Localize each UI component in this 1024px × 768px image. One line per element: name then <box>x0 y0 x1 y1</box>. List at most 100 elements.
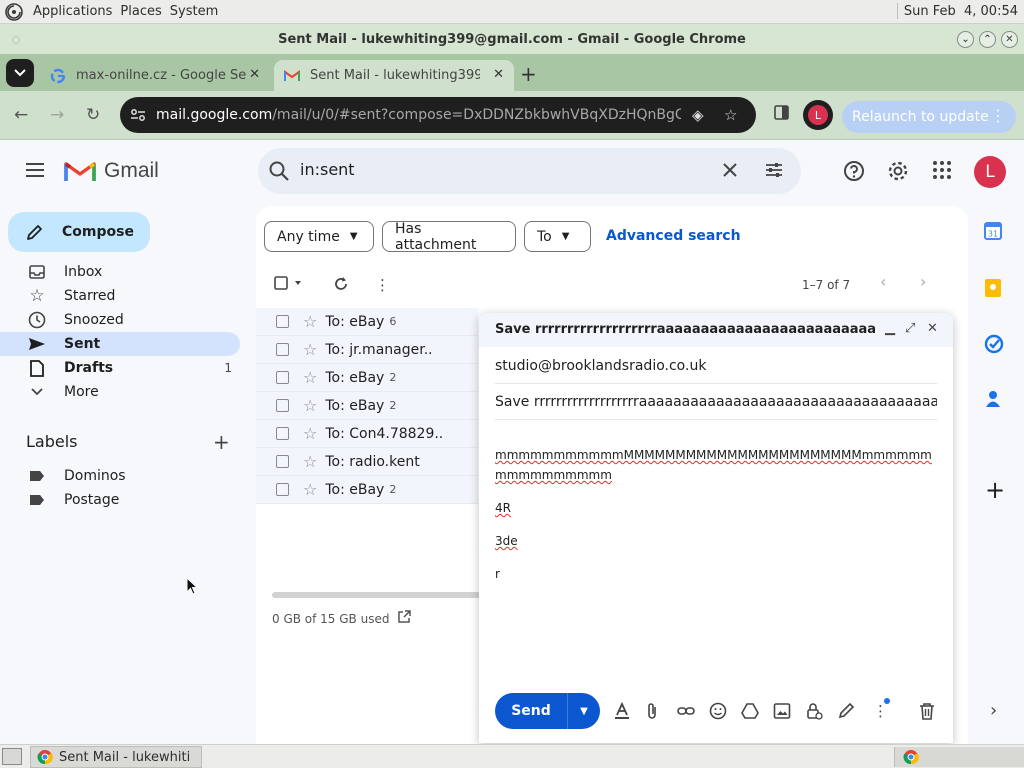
more-options-icon[interactable]: ⋮ <box>873 702 888 720</box>
horizontal-scrollbar[interactable] <box>272 592 482 598</box>
star-icon[interactable]: ☆ <box>303 340 317 359</box>
nav-item-inbox[interactable]: Inbox <box>0 260 240 284</box>
nav-item-drafts[interactable]: Drafts 1 <box>0 356 240 380</box>
clock[interactable]: Sun Feb 4, 00:54 <box>904 4 1018 19</box>
table-row[interactable]: ☆ To: Con4.78829.. <box>256 420 478 448</box>
distro-logo-icon[interactable] <box>3 1 25 23</box>
help-icon[interactable] <box>843 160 865 186</box>
site-info-icon[interactable] <box>120 108 156 122</box>
calendar-icon[interactable]: 31 <box>984 222 1002 244</box>
filter-has-attachment[interactable]: Has attachment <box>382 221 516 253</box>
row-checkbox[interactable] <box>276 483 289 496</box>
row-checkbox[interactable] <box>276 399 289 412</box>
contacts-icon[interactable] <box>984 390 1002 412</box>
minimize-icon[interactable]: ▁ <box>885 321 895 336</box>
show-desktop-icon[interactable] <box>2 748 22 765</box>
schedule-send-icon[interactable]: ▼ <box>568 706 600 717</box>
lens-icon[interactable]: ◈ <box>692 106 704 124</box>
external-link-icon[interactable] <box>397 610 412 627</box>
table-row[interactable]: ☆ To: eBay 6 <box>256 308 478 336</box>
forward-icon[interactable]: → <box>50 105 64 125</box>
keep-icon[interactable] <box>984 278 1002 302</box>
compose-header[interactable]: Save rrrrrrrrrrrrrrrrrrraaaaaaaaaaaaaaaa… <box>479 313 953 347</box>
discard-draft-icon[interactable] <box>919 702 935 724</box>
show-side-panel-icon[interactable]: › <box>990 700 997 721</box>
create-label-button[interactable]: + <box>213 430 230 454</box>
nav-item-starred[interactable]: ☆ Starred <box>0 284 240 308</box>
tab-google-search[interactable]: max-onilne.cz - Google Sea ✕ <box>40 60 270 91</box>
tasks-icon[interactable] <box>984 334 1004 358</box>
advanced-search-link[interactable]: Advanced search <box>606 228 741 244</box>
star-icon[interactable]: ☆ <box>303 424 317 443</box>
applications-menu[interactable]: Applications <box>33 4 112 19</box>
nav-item-more[interactable]: More <box>0 380 240 404</box>
back-icon[interactable]: ← <box>14 105 28 125</box>
system-menu[interactable]: System <box>170 4 218 19</box>
close-tab-icon[interactable]: ✕ <box>493 67 504 82</box>
signature-icon[interactable] <box>837 702 855 724</box>
gmail-logo[interactable]: Gmail <box>64 159 159 183</box>
message-body[interactable]: mmmmmmmmmmmMMMMMMMMMMMMMMMMMMMMMMMmmmmmm… <box>495 445 937 597</box>
new-tab-button[interactable]: + <box>520 62 537 86</box>
maximize-window-button[interactable]: ⌃ <box>979 31 996 48</box>
attach-file-icon[interactable] <box>645 702 659 724</box>
close-window-button[interactable]: ✕ <box>1001 31 1018 48</box>
formatting-options-icon[interactable] <box>613 701 631 724</box>
chrome-tray-icon[interactable] <box>903 749 919 765</box>
row-checkbox[interactable] <box>276 343 289 356</box>
star-icon[interactable]: ☆ <box>303 396 317 415</box>
table-row[interactable]: ☆ To: eBay 2 <box>256 364 478 392</box>
compose-button[interactable]: Compose <box>8 212 150 252</box>
subject-field[interactable]: Save rrrrrrrrrrrrrrrrrrraaaaaaaaaaaaaaaa… <box>495 387 937 420</box>
search-icon[interactable] <box>268 160 290 186</box>
table-row[interactable]: ☆ To: jr.manager.. <box>256 336 478 364</box>
insert-drive-icon[interactable] <box>741 702 759 724</box>
label-item-dominos[interactable]: Dominos <box>0 464 240 488</box>
row-checkbox[interactable] <box>276 427 289 440</box>
google-apps-icon[interactable] <box>932 160 952 184</box>
star-icon[interactable]: ☆ <box>303 368 317 387</box>
insert-link-icon[interactable] <box>677 702 695 724</box>
more-options-icon[interactable]: ⋮ <box>375 276 390 294</box>
table-row[interactable]: ☆ To: eBay 2 <box>256 392 478 420</box>
full-screen-icon[interactable]: ⤢ <box>905 321 915 336</box>
window-menu-icon[interactable] <box>12 36 20 44</box>
newer-page-icon[interactable]: ‹ <box>880 272 886 291</box>
settings-gear-icon[interactable] <box>887 160 909 186</box>
table-row[interactable]: ☆ To: radio.kent <box>256 448 478 476</box>
tab-sent-mail[interactable]: Sent Mail - lukewhiting399@ ✕ <box>274 60 514 91</box>
nav-item-snoozed[interactable]: Snoozed <box>0 308 240 332</box>
minimize-window-button[interactable]: ⌄ <box>957 31 974 48</box>
close-tab-icon[interactable]: ✕ <box>249 67 260 82</box>
star-icon[interactable]: ☆ <box>303 312 317 331</box>
taskbar-window-chrome[interactable]: Sent Mail - lukewhiti... <box>30 746 202 768</box>
label-item-postage[interactable]: Postage <box>0 488 240 512</box>
profile-avatar[interactable]: L <box>803 100 833 130</box>
reload-icon[interactable]: ↻ <box>86 105 100 125</box>
get-addons-icon[interactable]: + <box>985 476 1005 504</box>
close-icon[interactable]: ✕ <box>927 321 938 336</box>
address-bar[interactable]: mail.google.com/mail/u/0/#sent?compose=D… <box>120 97 756 133</box>
star-icon[interactable]: ☆ <box>303 480 317 499</box>
search-input[interactable] <box>300 160 700 179</box>
kebab-menu-icon[interactable]: ⋮ <box>990 106 1006 125</box>
filter-to[interactable]: To ▼ <box>524 221 591 252</box>
refresh-icon[interactable] <box>333 276 349 296</box>
table-row[interactable]: ☆ To: eBay 2 <box>256 476 478 504</box>
older-page-icon[interactable]: › <box>920 272 926 291</box>
filter-any-time[interactable]: Any time ▼ <box>264 221 374 252</box>
tab-search-button[interactable] <box>6 59 34 87</box>
bookmark-star-icon[interactable]: ☆ <box>724 106 737 124</box>
send-button[interactable]: Send <box>495 703 567 719</box>
insert-emoji-icon[interactable] <box>709 702 727 724</box>
star-icon[interactable]: ☆ <box>303 452 317 471</box>
row-checkbox[interactable] <box>276 371 289 384</box>
insert-photo-icon[interactable] <box>773 702 791 724</box>
search-options-icon[interactable] <box>764 160 784 184</box>
select-all-checkbox[interactable] <box>274 276 304 294</box>
side-panel-icon[interactable] <box>774 105 789 124</box>
row-checkbox[interactable] <box>276 455 289 468</box>
places-menu[interactable]: Places <box>120 4 161 19</box>
clear-search-icon[interactable] <box>720 160 740 184</box>
relaunch-to-update-button[interactable]: Relaunch to update ⋮ <box>842 101 1016 133</box>
